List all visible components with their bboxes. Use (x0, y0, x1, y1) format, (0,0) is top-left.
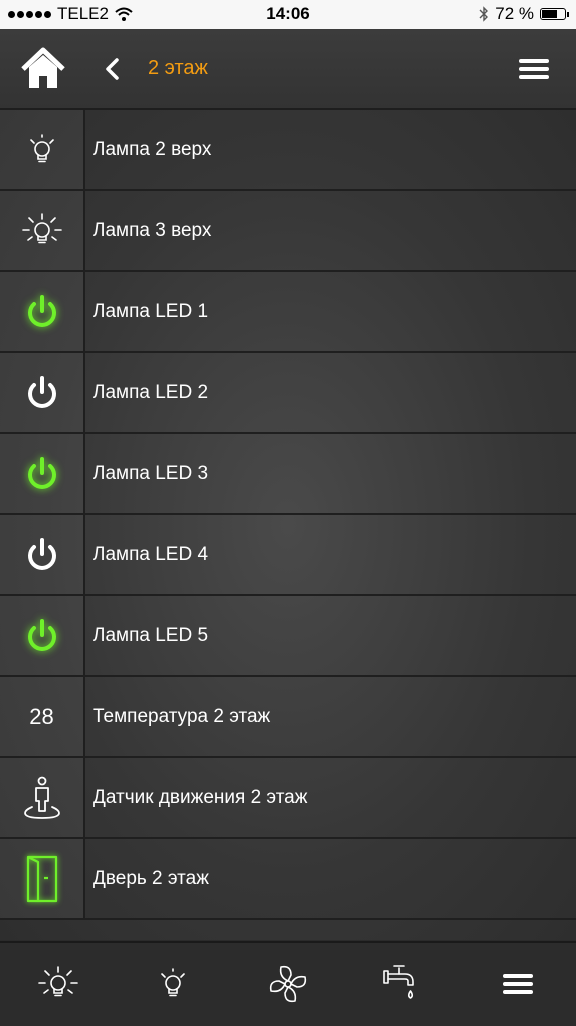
status-bar: TELE2 14:06 72 % (0, 0, 576, 29)
status-right: 72 % (479, 4, 569, 24)
device-label: Лампа LED 3 (93, 463, 209, 484)
device-label: Дверь 2 этаж (93, 868, 209, 889)
home-icon[interactable] (20, 47, 66, 91)
tab-water[interactable] (373, 957, 433, 1011)
list-item[interactable]: Лампа LED 5 (0, 596, 576, 677)
motion-sensor-icon[interactable] (0, 758, 85, 837)
page-title: 2 этаж (148, 57, 208, 79)
temperature-value: 28 (0, 677, 85, 756)
nav-bar: 2 этаж (0, 29, 576, 110)
device-label: Лампа LED 2 (93, 382, 209, 403)
battery-percent: 72 % (495, 4, 534, 23)
device-label: Датчик движения 2 этаж (93, 787, 308, 808)
device-label: Лампа 2 верх (93, 139, 212, 160)
battery-icon (540, 8, 569, 20)
door-icon[interactable] (0, 839, 85, 918)
device-label: Лампа LED 1 (93, 301, 209, 322)
device-label: Лампа 3 верх (93, 220, 212, 241)
menu-icon (503, 974, 533, 994)
power-on-icon[interactable] (0, 596, 85, 675)
bulb-off-icon[interactable] (0, 110, 85, 189)
tab-menu[interactable] (488, 957, 548, 1011)
tab-lights-off[interactable] (143, 957, 203, 1011)
power-off-icon[interactable] (0, 353, 85, 432)
power-off-icon[interactable] (0, 515, 85, 594)
device-list: Лампа 2 верх Лампа 3 верх Лампа LED 1 Ла… (0, 110, 576, 940)
power-on-icon[interactable] (0, 272, 85, 351)
tab-lights-on[interactable] (28, 957, 88, 1011)
menu-icon[interactable] (518, 55, 550, 83)
power-on-icon[interactable] (0, 434, 85, 513)
bulb-off-icon (161, 968, 185, 997)
list-item[interactable]: 28 Температура 2 этаж (0, 677, 576, 758)
tab-ventilation[interactable] (258, 957, 318, 1011)
device-label: Лампа LED 5 (93, 625, 209, 646)
list-item[interactable]: Лампа LED 2 (0, 353, 576, 434)
list-item[interactable]: Лампа LED 1 (0, 272, 576, 353)
list-item[interactable]: Датчик движения 2 этаж (0, 758, 576, 839)
bulb-on-icon[interactable] (0, 191, 85, 270)
fan-icon (269, 965, 307, 1003)
list-item[interactable]: Лампа 2 верх (0, 110, 576, 191)
device-label: Лампа LED 4 (93, 544, 209, 565)
back-chevron-icon[interactable] (100, 55, 126, 83)
list-item[interactable]: Лампа LED 4 (0, 515, 576, 596)
bluetooth-icon (479, 6, 489, 22)
water-tap-icon (383, 965, 414, 999)
device-label: Температура 2 этаж (93, 706, 271, 727)
list-item[interactable]: Лампа LED 3 (0, 434, 576, 515)
list-item[interactable]: Лампа 3 верх (0, 191, 576, 272)
bulb-on-icon (38, 966, 78, 997)
tab-bar (0, 941, 576, 1026)
list-item[interactable]: Дверь 2 этаж (0, 839, 576, 920)
